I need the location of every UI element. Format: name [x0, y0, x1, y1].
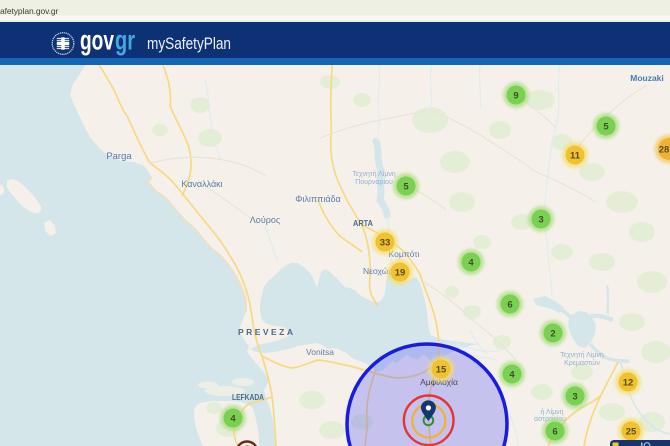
svg-text:gr: gr: [115, 25, 135, 56]
svg-text:Καναλλάκι: Καναλλάκι: [181, 179, 222, 189]
svg-text:LEFKADA: LEFKADA: [232, 393, 264, 402]
svg-text:5: 5: [403, 181, 409, 192]
svg-text:Πουρναρίου: Πουρναρίου: [355, 178, 393, 186]
svg-text:6: 6: [552, 426, 557, 437]
svg-text:gov: gov: [80, 25, 114, 56]
svg-text:5: 5: [603, 121, 609, 132]
svg-text:11: 11: [570, 150, 581, 161]
svg-text:6: 6: [507, 299, 512, 310]
svg-text:mySafetyPlan: mySafetyPlan: [147, 35, 231, 53]
svg-text:Λούρος: Λούρος: [250, 215, 281, 225]
svg-text:Vonitsa: Vonitsa: [306, 347, 334, 357]
svg-text:Τεχνητή Λίμνη: Τεχνητή Λίμνη: [560, 351, 604, 359]
svg-text:15: 15: [436, 364, 447, 375]
svg-text:4: 4: [509, 369, 515, 380]
svg-text:ή Λίμνη: ή Λίμνη: [540, 408, 563, 416]
svg-text:4: 4: [468, 257, 474, 268]
svg-text:Τεχνητή Λίμνη: Τεχνητή Λίμνη: [352, 170, 396, 178]
svg-text:25: 25: [626, 426, 637, 437]
svg-text:Φιλιππιάδα: Φιλιππιάδα: [295, 194, 341, 204]
svg-text:Parga: Parga: [106, 151, 132, 162]
svg-text:4: 4: [230, 413, 236, 424]
svg-text:12: 12: [623, 377, 634, 388]
svg-text:ARTA: ARTA: [353, 218, 373, 228]
svg-text:Mouzaki: Mouzaki: [630, 73, 664, 83]
svg-text:19: 19: [395, 267, 406, 278]
svg-text:3: 3: [538, 214, 543, 225]
svg-text:28: 28: [659, 144, 670, 155]
svg-text:2: 2: [550, 328, 555, 339]
svg-text:3: 3: [572, 391, 577, 402]
svg-text:33: 33: [380, 237, 391, 248]
svg-text:Κρεμαστών: Κρεμαστών: [564, 359, 600, 367]
svg-text:9: 9: [513, 90, 518, 101]
